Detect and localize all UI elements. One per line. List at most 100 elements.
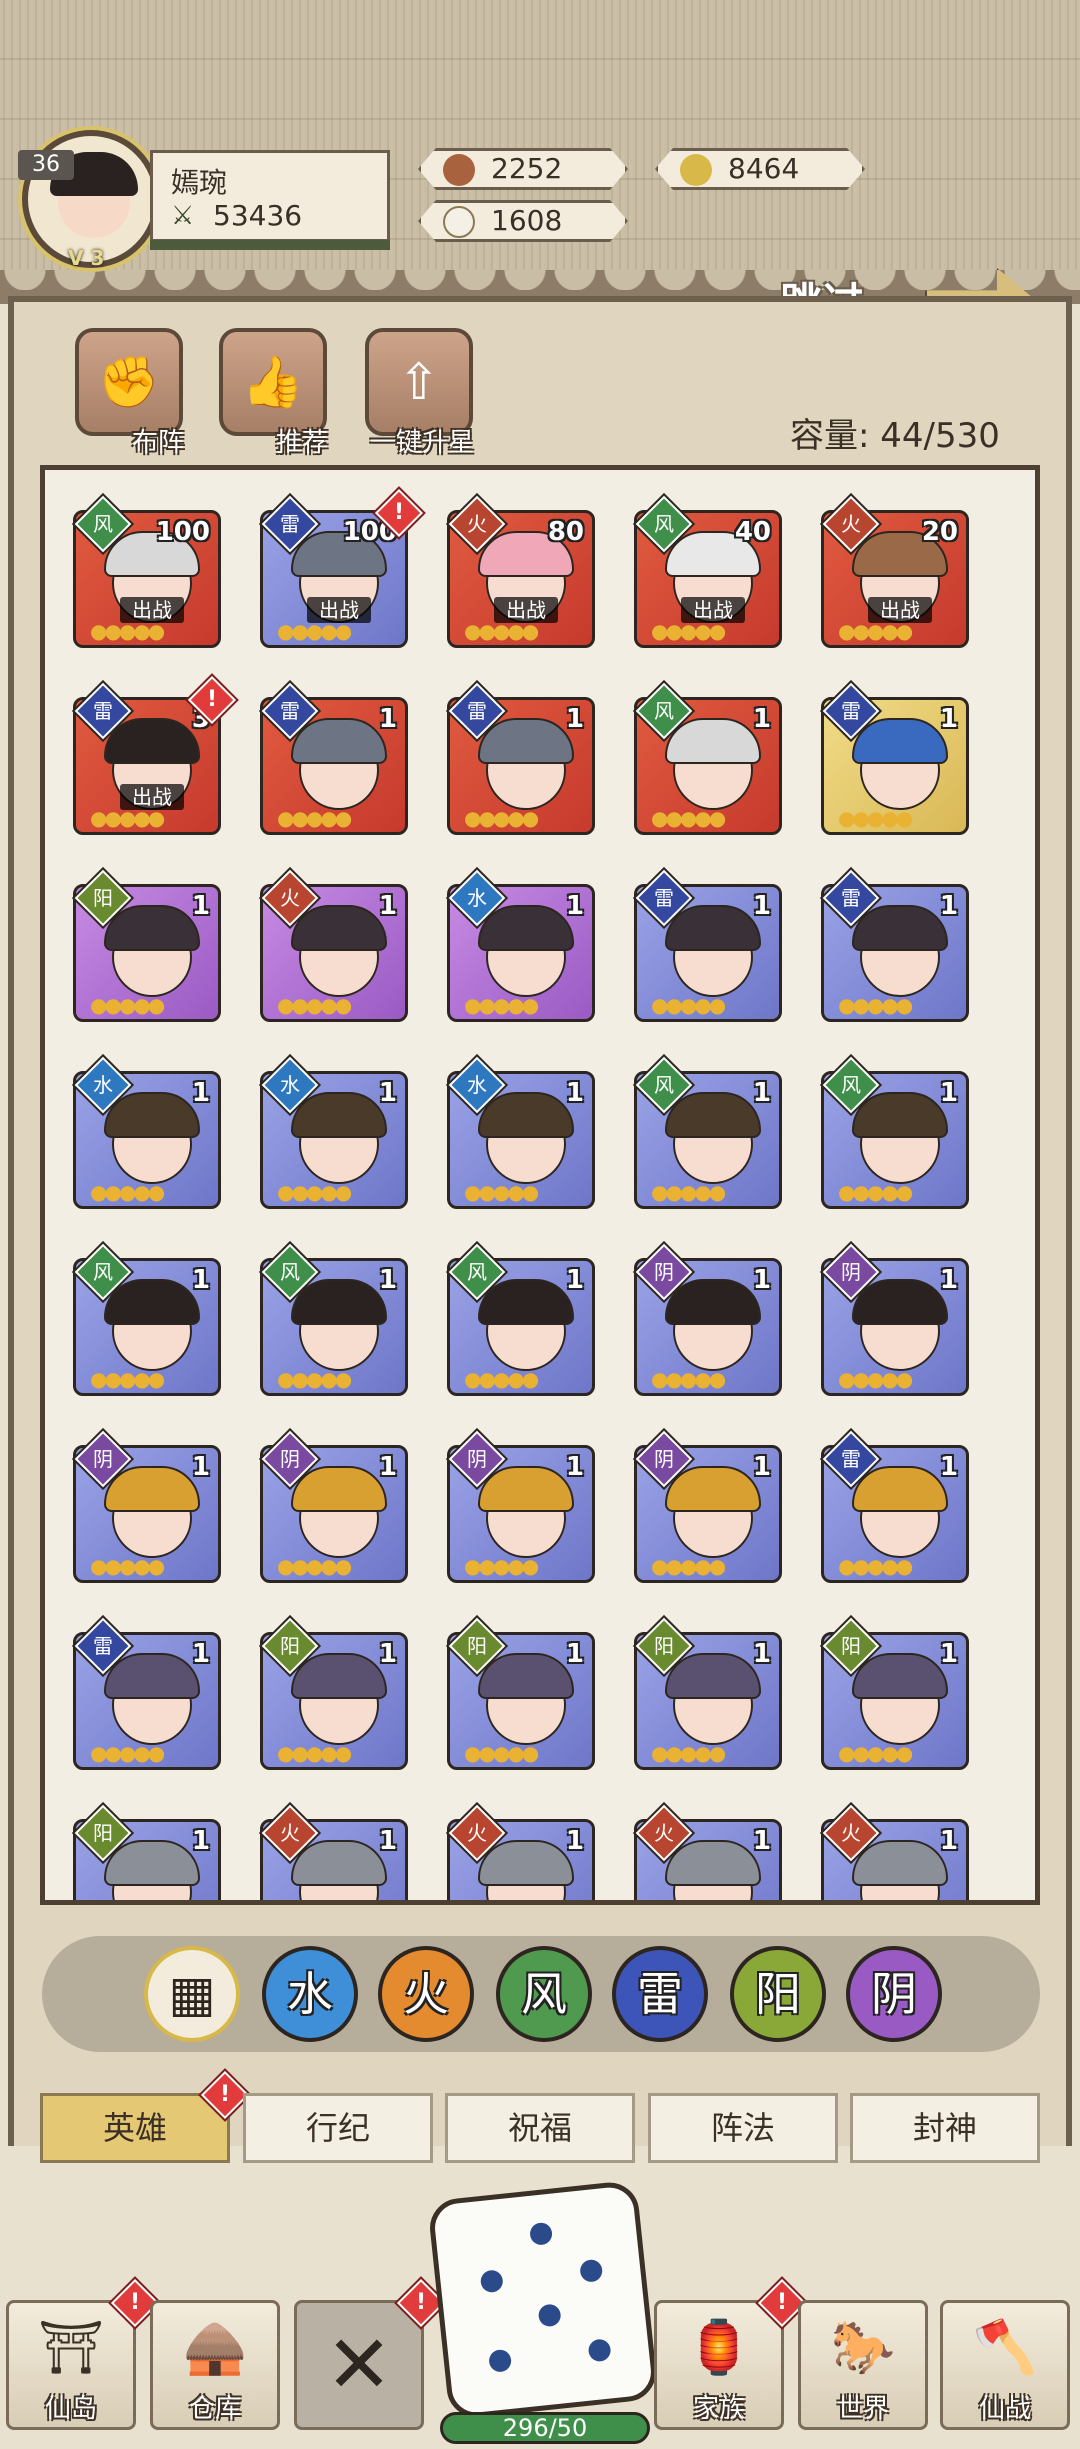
- nav-clan-button[interactable]: 🏮 家族: [654, 2300, 784, 2430]
- element-label: 火: [654, 1821, 674, 1845]
- gourd-stars-icon: ●●●●●: [277, 1180, 352, 1204]
- filter-all-button[interactable]: ▦: [144, 1946, 240, 2042]
- gourd-stars-icon: ●●●●●: [277, 619, 352, 643]
- hero-grid: 100 出战 ●●●●● 风 100 出战 ●●●●● 雷! 80 出战 ●●●●● 火 40 出战 ●●●…: [40, 465, 1040, 1905]
- hero-count: 1: [378, 1826, 397, 1856]
- hero-count: 1: [565, 1265, 584, 1295]
- dice-pip: [479, 2269, 504, 2294]
- hero-count: 1: [565, 1639, 584, 1669]
- banner-icon: 🏮: [686, 2318, 752, 2378]
- filter-thunder-button[interactable]: 雷: [612, 1946, 708, 2042]
- hero-count: 1: [565, 1826, 584, 1856]
- element-label: 阳: [280, 1634, 300, 1658]
- horse-icon: 🐎: [830, 2318, 896, 2378]
- hero-count: 1: [191, 1639, 210, 1669]
- hero-count: 1: [939, 1078, 958, 1108]
- dice-pip: [587, 2338, 612, 2363]
- element-label: 水: [93, 1073, 113, 1097]
- gold-counter[interactable]: 8464: [655, 148, 865, 190]
- gourd-stars-icon: ●●●●●: [651, 619, 726, 643]
- hero-count: 1: [378, 1078, 397, 1108]
- filter-yang-button[interactable]: 阳: [730, 1946, 826, 2042]
- dice-button[interactable]: [427, 2179, 659, 2421]
- hero-count: 1: [752, 1265, 771, 1295]
- element-label: 雷: [467, 699, 487, 723]
- filter-water-button[interactable]: 水: [262, 1946, 358, 2042]
- element-label: 火: [841, 1821, 861, 1845]
- hero-count: 1: [752, 1826, 771, 1856]
- element-label: 水: [280, 1073, 300, 1097]
- tab-blessing[interactable]: 祝福: [445, 2093, 635, 2163]
- gourd-stars-icon: ●●●●●: [651, 1554, 726, 1578]
- gourd-stars-icon: ●●●●●: [277, 1554, 352, 1578]
- element-label: 风: [654, 512, 674, 536]
- tab-journey[interactable]: 行纪: [243, 2093, 433, 2163]
- coin-icon: [443, 154, 475, 186]
- player-name: 嫣琬: [171, 166, 228, 199]
- gourd-stars-icon: ●●●●●: [838, 1554, 913, 1578]
- hero-count: 1: [565, 1078, 584, 1108]
- gourd-stars-icon: ●●●●●: [464, 806, 539, 830]
- element-label: 火: [280, 1821, 300, 1845]
- hero-count: 1: [752, 1639, 771, 1669]
- hero-count: 1: [939, 704, 958, 734]
- hero-count: 100: [155, 517, 210, 547]
- hero-count: 40: [734, 517, 771, 547]
- gate-icon: ⛩: [37, 2318, 104, 2378]
- gourd-stars-icon: ●●●●●: [651, 1367, 726, 1391]
- nav-island-button[interactable]: ⛩ 仙岛: [6, 2300, 136, 2430]
- filter-wind-button[interactable]: 风: [496, 1946, 592, 2042]
- fist-icon: ✊: [75, 328, 183, 436]
- gourd-stars-icon: ●●●●●: [90, 993, 165, 1017]
- gourd-stars-icon: ●●●●●: [464, 1554, 539, 1578]
- element-label: 水: [467, 886, 487, 910]
- element-label: 雷: [841, 699, 861, 723]
- formation-label: 布阵: [131, 428, 184, 458]
- gourd-stars-icon: ●●●●●: [277, 806, 352, 830]
- element-label: 风: [467, 1260, 487, 1284]
- energy-counter: 296/50: [440, 2412, 650, 2444]
- element-label: 雷: [93, 1634, 113, 1658]
- tab-heroes[interactable]: 英雄: [40, 2093, 230, 2163]
- nav-close-button[interactable]: ✕: [294, 2300, 424, 2430]
- hero-count: 1: [939, 1826, 958, 1856]
- element-label: 火: [467, 1821, 487, 1845]
- hero-count: 1: [752, 891, 771, 921]
- hero-count: 1: [939, 1639, 958, 1669]
- nav-warehouse-button[interactable]: 🛖 仓库: [150, 2300, 280, 2430]
- hero-count: 1: [191, 891, 210, 921]
- gourd-stars-icon: ●●●●●: [651, 993, 726, 1017]
- up-arrow-icon: ⇧: [365, 328, 473, 436]
- hero-count: 1: [378, 891, 397, 921]
- hero-count: 1: [191, 1078, 210, 1108]
- nav-clan-label: 家族: [692, 2394, 745, 2424]
- jade-value: 1608: [491, 204, 563, 237]
- formation-button[interactable]: ✊ 布阵: [74, 328, 184, 458]
- hero-count: 1: [378, 1265, 397, 1295]
- gourd-stars-icon: ●●●●●: [277, 1367, 352, 1391]
- coin-value: 2252: [491, 152, 563, 185]
- nav-battle-button[interactable]: 🪓 仙战: [940, 2300, 1070, 2430]
- recommend-button[interactable]: 👍 推荐: [218, 328, 328, 458]
- gourd-stars-icon: ●●●●●: [464, 1367, 539, 1391]
- dice-pip: [537, 2303, 562, 2328]
- tab-formation[interactable]: 阵法: [648, 2093, 838, 2163]
- filter-yin-button[interactable]: 阴: [846, 1946, 942, 2042]
- nav-world-button[interactable]: 🐎 世界: [798, 2300, 928, 2430]
- tab-deify[interactable]: 封神: [850, 2093, 1040, 2163]
- coin-counter[interactable]: 2252: [418, 148, 628, 190]
- gourd-stars-icon: ●●●●●: [90, 1367, 165, 1391]
- gourd-stars-icon: ●●●●●: [838, 1741, 913, 1765]
- dice-pip: [488, 2348, 513, 2373]
- jade-counter[interactable]: 1608: [418, 200, 628, 242]
- gourd-stars-icon: ●●●●●: [651, 1741, 726, 1765]
- filter-fire-button[interactable]: 火: [378, 1946, 474, 2042]
- element-label: 阴: [654, 1447, 674, 1471]
- element-label: 阴: [93, 1447, 113, 1471]
- element-label: 雷: [841, 1447, 861, 1471]
- upgrade-all-button[interactable]: ⇧ 一键升星: [364, 328, 474, 458]
- hero-count: 1: [378, 704, 397, 734]
- nav-world-label: 世界: [836, 2394, 889, 2424]
- hero-count: 1: [378, 1639, 397, 1669]
- crossed-swords-icon: ⚔: [171, 201, 195, 231]
